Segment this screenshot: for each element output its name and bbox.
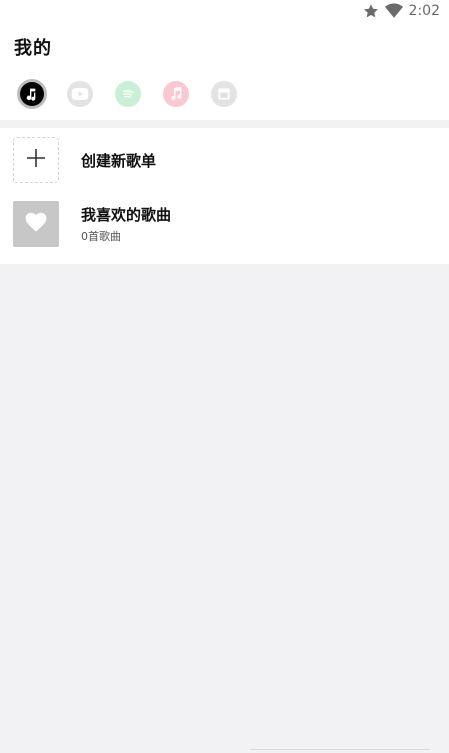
tab-other-source[interactable]	[211, 81, 237, 107]
liked-songs-item[interactable]: 我喜欢的歌曲 0首歌曲	[0, 194, 449, 254]
wifi-icon	[384, 3, 403, 19]
create-playlist-label: 创建新歌单	[81, 152, 157, 170]
tab-apple-music[interactable]	[163, 81, 189, 107]
status-time: 2:02	[408, 3, 440, 19]
liked-songs-count: 0首歌曲	[81, 230, 121, 243]
tab-youtube[interactable]	[67, 81, 93, 107]
playlist-list: 创建新歌单 我喜欢的歌曲 0首歌曲	[0, 128, 449, 264]
star-icon	[363, 3, 379, 19]
page-title: 我的	[14, 38, 52, 59]
header-panel: 我的	[0, 22, 449, 120]
section-divider	[0, 120, 449, 128]
tab-local-music[interactable]	[17, 79, 47, 109]
tab-spotify[interactable]	[115, 81, 141, 107]
heart-icon	[25, 212, 47, 236]
window-icon	[217, 87, 231, 101]
liked-songs-thumb	[13, 201, 59, 247]
liked-songs-title: 我喜欢的歌曲	[81, 206, 172, 224]
bottom-edge-divider	[250, 749, 430, 753]
status-bar: 2:02	[0, 0, 449, 22]
create-playlist-thumb	[13, 137, 59, 183]
spotify-icon	[120, 86, 136, 102]
youtube-icon	[71, 87, 89, 101]
create-playlist-button[interactable]: 创建新歌单	[0, 130, 449, 190]
music-note-icon	[20, 82, 44, 106]
status-indicators: 2:02	[363, 1, 440, 21]
plus-icon	[26, 148, 46, 172]
apple-music-icon	[169, 86, 183, 102]
